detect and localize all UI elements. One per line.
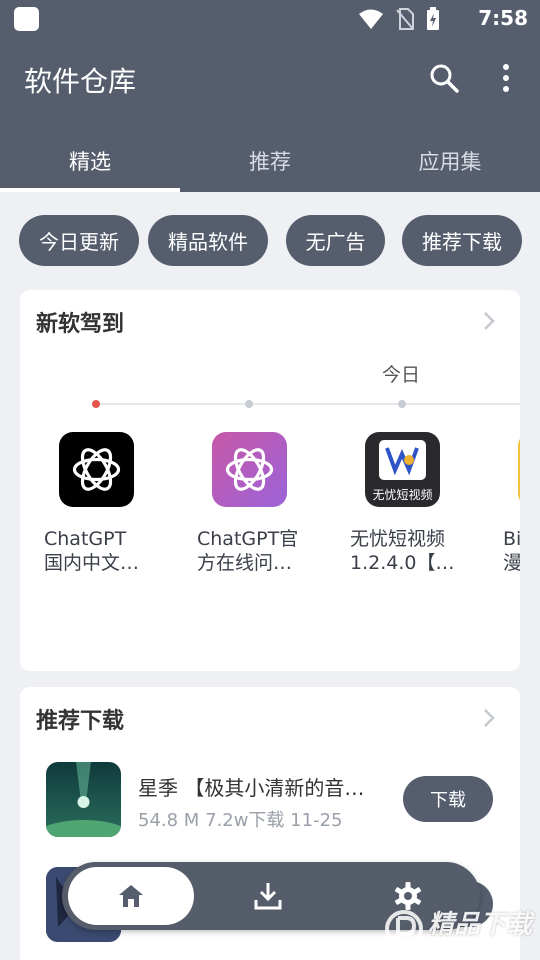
page-title: 软件仓库 [24,65,137,98]
no-sim-icon [396,8,414,30]
download-icon[interactable] [252,880,284,912]
list-item[interactable]: 星季 【极其小清新的音… 54.8 M 7.2w下载 11-25 下载 [46,762,520,842]
app-icon [518,432,520,507]
tab-featured[interactable]: 精选 [0,136,180,192]
app-bar: 软件仓库 精选 推荐 应用集 [0,38,540,192]
xingji-icon [46,762,121,837]
section-title: 推荐下载 [36,709,125,734]
nav-home[interactable] [68,867,194,925]
search-icon[interactable] [428,62,460,94]
app-name: 无忧短视频 1.2.4.0【… [350,528,455,574]
app-name: ChatGPT官 方在线问… [197,528,299,574]
timeline-dot [398,400,406,408]
wifi-icon [359,9,383,29]
battery-charging-icon [427,7,439,30]
new-apps-card: 新软驾到 今日 ChatGPT 国内中文… 下载 [20,290,520,671]
tab-collections[interactable]: 应用集 [360,136,540,192]
chip-premium-software[interactable]: 精品软件 [148,215,268,266]
timeline-dot [245,400,253,408]
status-bar: 7:58 [0,0,540,38]
app-name: ChatGPT 国内中文… [44,528,140,574]
clock: 7:58 [478,6,528,30]
timeline-line [94,403,520,405]
wuyou-video-icon: 无忧短视频 [365,432,440,507]
status-icons [358,7,440,31]
app-item-partial[interactable]: Bi 漫 [479,432,520,575]
filter-chips: 今日更新 精品软件 无广告 推荐下载 [19,215,522,266]
download-button[interactable]: 下载 [403,776,493,822]
tab-bar: 精选 推荐 应用集 [0,136,540,192]
section-title: 新软驾到 [36,312,125,337]
watermark-text: 精品下载 [428,910,533,940]
app-item[interactable]: ChatGPT官 方在线问… 下载 [173,432,326,575]
home-icon [119,885,143,907]
app-size: 54.8 M [138,810,200,831]
tab-recommended[interactable]: 推荐 [180,136,360,192]
app-name: 星季 【极其小清新的音… [138,776,365,800]
chip-no-ads[interactable]: 无广告 [286,215,385,266]
timeline-dot-active [92,400,100,408]
app-item[interactable]: 无忧短视频 无忧短视频 1.2.4.0【… 下载 [326,432,479,575]
chip-recommended-downloads[interactable]: 推荐下载 [402,215,522,266]
chevron-right-icon[interactable] [482,707,496,729]
notification-icon [14,7,39,31]
more-vert-icon[interactable] [494,62,518,94]
app-meta: 54.8 M 7.2w下载 11-25 [138,806,342,832]
chevron-right-icon[interactable] [482,310,496,332]
timeline-label: 今日 [382,364,421,386]
openai-icon [59,432,134,507]
watermark-logo [385,910,423,948]
app-item[interactable]: ChatGPT 国内中文… 下载 [20,432,173,575]
app-name: Bi 漫 [503,528,520,574]
app-date: 11-25 [290,810,343,831]
openai-icon [212,432,287,507]
chip-today-updates[interactable]: 今日更新 [19,215,139,266]
app-downloads: 7.2w下载 [205,810,285,831]
